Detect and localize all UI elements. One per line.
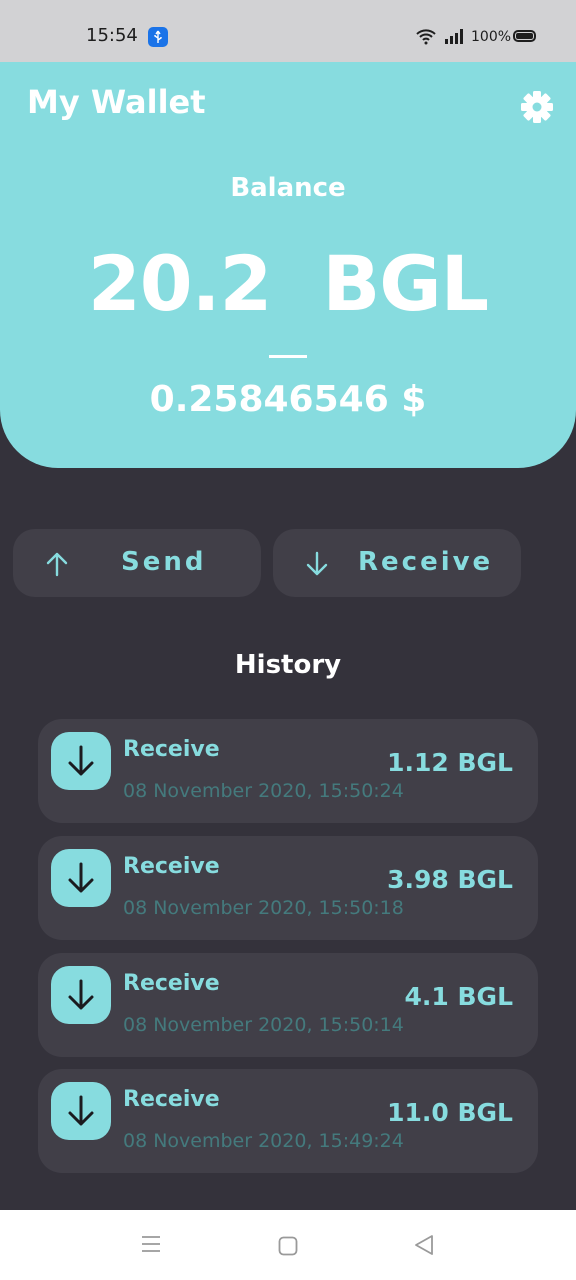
back-icon[interactable] bbox=[414, 1234, 434, 1260]
transaction-date: 08 November 2020, 15:50:14 bbox=[123, 1014, 404, 1036]
page-title: My Wallet bbox=[27, 83, 206, 121]
transaction-amount: 3.98 BGL bbox=[387, 865, 513, 894]
balance-label: Balance bbox=[230, 173, 346, 203]
send-label: Send bbox=[121, 547, 207, 577]
system-nav-bar bbox=[0, 1210, 576, 1280]
balance-usd-value: 0.25846546 $ bbox=[149, 379, 427, 420]
arrow-down-icon bbox=[51, 966, 111, 1024]
transaction-date: 08 November 2020, 15:50:18 bbox=[123, 897, 404, 919]
battery-percentage: 100% bbox=[471, 29, 512, 45]
arrow-down-icon bbox=[51, 849, 111, 907]
status-time: 15:54 bbox=[86, 25, 138, 46]
battery-icon bbox=[513, 30, 536, 42]
menu-icon[interactable] bbox=[141, 1235, 161, 1257]
gear-icon[interactable] bbox=[520, 90, 554, 124]
arrow-down-icon bbox=[51, 1082, 111, 1140]
balance-divider bbox=[269, 355, 307, 358]
transaction-type: Receive bbox=[123, 854, 220, 879]
transaction-amount: 11.0 BGL bbox=[387, 1098, 513, 1127]
arrow-down-icon bbox=[305, 551, 329, 577]
receive-label: Receive bbox=[358, 547, 494, 577]
balance-header: My Wallet Balance 20.2 BGL 0.25846546 $ bbox=[0, 62, 576, 468]
history-title: History bbox=[234, 650, 342, 680]
transaction-row[interactable]: Receive 4.1 BGL 08 November 2020, 15:50:… bbox=[38, 953, 538, 1057]
arrow-up-icon bbox=[45, 551, 69, 577]
usb-icon bbox=[148, 27, 168, 47]
transaction-type: Receive bbox=[123, 971, 220, 996]
transaction-row[interactable]: Receive 3.98 BGL 08 November 2020, 15:50… bbox=[38, 836, 538, 940]
transaction-date: 08 November 2020, 15:50:24 bbox=[123, 780, 404, 802]
home-icon[interactable] bbox=[278, 1236, 298, 1260]
balance-amount: 20.2 BGL bbox=[87, 239, 489, 328]
transaction-type: Receive bbox=[123, 737, 220, 762]
transaction-type: Receive bbox=[123, 1087, 220, 1112]
receive-button[interactable]: Receive bbox=[273, 529, 521, 597]
arrow-down-icon bbox=[51, 732, 111, 790]
send-button[interactable]: Send bbox=[13, 529, 261, 597]
transaction-row[interactable]: Receive 1.12 BGL 08 November 2020, 15:50… bbox=[38, 719, 538, 823]
transaction-amount: 4.1 BGL bbox=[404, 982, 514, 1011]
wifi-icon bbox=[415, 27, 437, 49]
transaction-amount: 1.12 BGL bbox=[387, 748, 513, 777]
status-bar: 15:54 100% bbox=[0, 0, 576, 62]
transaction-row[interactable]: Receive 11.0 BGL 08 November 2020, 15:49… bbox=[38, 1069, 538, 1173]
transaction-date: 08 November 2020, 15:49:24 bbox=[123, 1130, 404, 1152]
signal-icon bbox=[444, 27, 464, 49]
